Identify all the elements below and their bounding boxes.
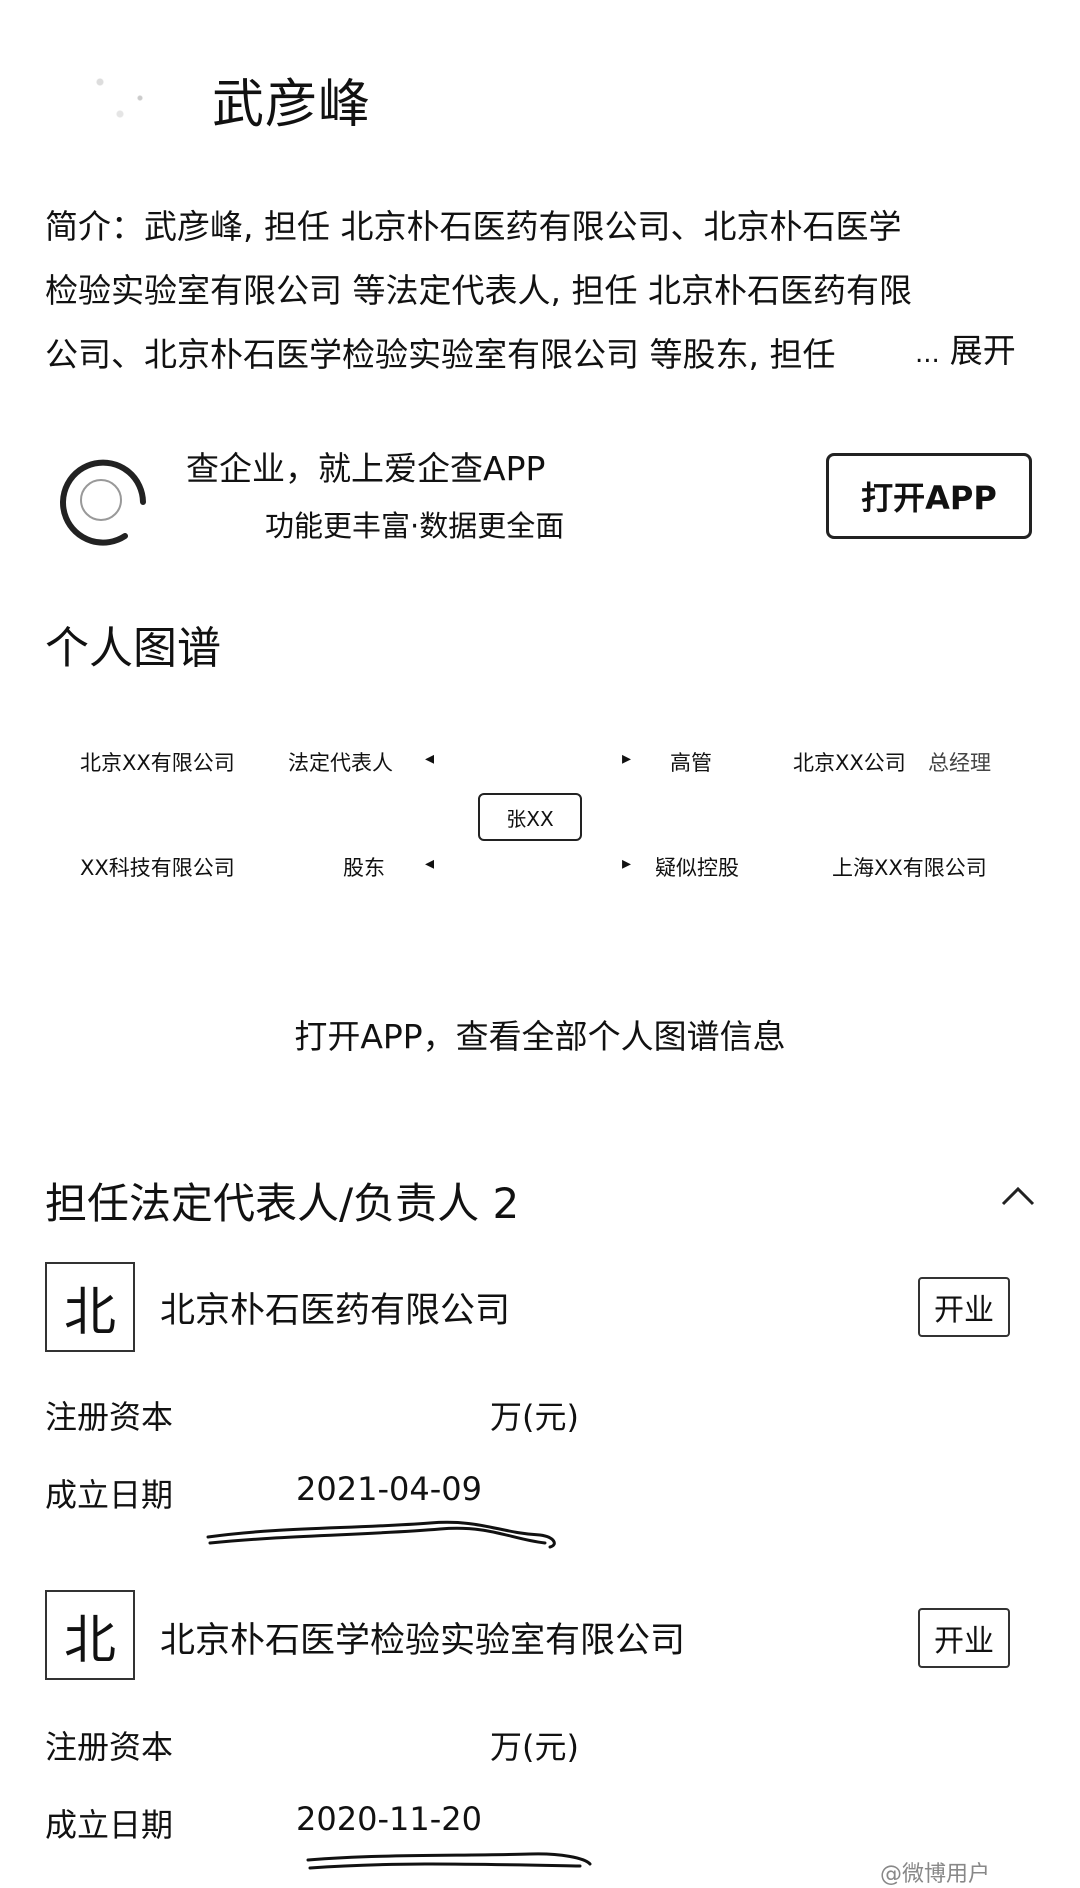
graph-node-company: 北京XX公司 — [793, 751, 906, 775]
chevron-up-icon[interactable] — [1000, 1178, 1036, 1214]
intro-text: 简介：武彦峰, 担任 北京朴石医药有限公司、北京朴石医学检验实验室有限公司 等法… — [45, 207, 912, 374]
expand-button[interactable]: ... 展开 — [915, 324, 1016, 372]
company-logo: 北 — [45, 1590, 135, 1680]
legal-rep-section-title: 担任法定代表人/负责人 2 — [45, 1179, 520, 1228]
graph-node-company: 北京XX有限公司 — [80, 751, 235, 775]
graph-section-title: 个人图谱 — [45, 623, 221, 674]
registered-capital-value: 万(元) — [490, 1728, 579, 1766]
company-name[interactable]: 北京朴石医药有限公司 — [160, 1282, 510, 1333]
established-date-value: 2020-11-20 — [296, 1800, 482, 1838]
handwritten-underline — [206, 1520, 556, 1549]
graph-role-label: 法定代表人 — [288, 751, 393, 775]
person-name: 武彦峰 — [212, 75, 372, 135]
company-logo: 北 — [45, 1262, 135, 1352]
established-date-label: 成立日期 — [45, 1806, 174, 1844]
registered-capital-value: 万(元) — [490, 1398, 579, 1436]
open-app-button[interactable]: 打开APP — [826, 453, 1032, 539]
graph-center-node[interactable]: 张XX — [478, 793, 582, 841]
graph-role-label: 疑似控股 — [655, 856, 739, 880]
graph-node-company: 上海XX有限公司 — [832, 856, 987, 880]
graph-open-app-link[interactable]: 打开APP，查看全部个人图谱信息 — [0, 1010, 1080, 1058]
arrow-right-icon: ▸ — [622, 853, 632, 874]
graph-node-company: XX科技有限公司 — [80, 856, 235, 880]
status-badge: 开业 — [918, 1277, 1010, 1337]
registered-capital-label: 注册资本 — [45, 1398, 174, 1436]
graph-role-label: 高管 — [670, 751, 712, 775]
arrow-left-icon: ◂ — [425, 853, 435, 874]
expand-label: 展开 — [949, 331, 1016, 370]
intro-section: 简介：武彦峰, 担任 北京朴石医药有限公司、北京朴石医学检验实验室有限公司 等法… — [45, 195, 1045, 387]
company-name[interactable]: 北京朴石医学检验实验室有限公司 — [160, 1612, 685, 1663]
ellipsis: ... — [915, 339, 940, 369]
handwritten-underline — [306, 1852, 592, 1870]
watermark: @微博用户 — [880, 1862, 991, 1887]
aiqicha-logo-icon — [60, 459, 146, 546]
established-date-value: 2021-04-09 — [296, 1470, 482, 1508]
established-date-label: 成立日期 — [45, 1476, 174, 1514]
registered-capital-label: 注册资本 — [45, 1728, 174, 1766]
banner-title: 查企业，就上爱企查APP — [186, 449, 546, 488]
graph-role-label: 股东 — [343, 856, 385, 880]
banner-subtitle: 功能更丰富·数据更全面 — [265, 509, 565, 543]
arrow-left-icon: ◂ — [425, 748, 435, 769]
avatar — [70, 50, 170, 130]
arrow-right-icon: ▸ — [622, 748, 632, 769]
status-badge: 开业 — [918, 1608, 1010, 1668]
graph-title-label: 总经理 — [928, 751, 991, 775]
